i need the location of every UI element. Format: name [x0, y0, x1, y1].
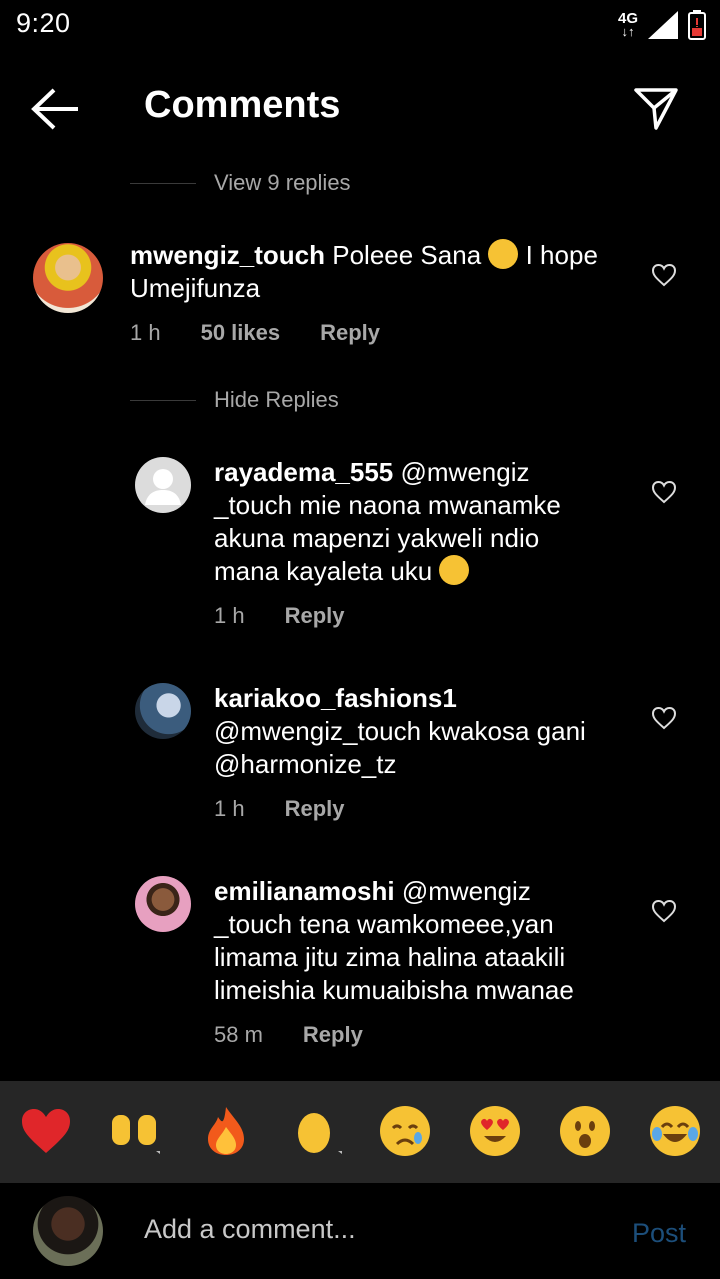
post-button[interactable]: Post: [632, 1218, 686, 1249]
hide-replies-toggle[interactable]: Hide Replies: [130, 387, 339, 413]
avatar-emilianamoshi[interactable]: [135, 876, 191, 932]
like-heart-icon[interactable]: [651, 706, 677, 730]
reply-username[interactable]: rayadema_555: [214, 457, 393, 487]
add-comment-input[interactable]: Add a comment...: [144, 1214, 356, 1245]
comment-composer: [0, 1183, 720, 1279]
avatar-mwengiz-touch[interactable]: [33, 243, 103, 313]
reply-username[interactable]: emilianamoshi: [214, 876, 395, 906]
quick-reactions-bar: [0, 1081, 720, 1183]
status-icons: 4G ↓↑: [618, 8, 706, 42]
crying-face-icon[interactable]: [379, 1105, 431, 1157]
heart-eyes-icon[interactable]: [469, 1105, 521, 1157]
tears-of-joy-icon[interactable]: [649, 1105, 701, 1157]
red-heart-icon[interactable]: [20, 1105, 72, 1157]
reply-text: rayadema_555 @mwengiz _touch mie naona m…: [214, 457, 561, 586]
view-replies-toggle[interactable]: View 9 replies: [130, 170, 351, 196]
reply-username[interactable]: kariakoo_fashions1: [214, 683, 457, 713]
fire-icon[interactable]: [200, 1105, 252, 1157]
reply-text: emilianamoshi @mwengiz _touch tena wamko…: [214, 876, 574, 1005]
reply-button[interactable]: Reply: [285, 603, 345, 629]
network-indicator: 4G ↓↑: [617, 10, 638, 39]
avatar-rayadema-555[interactable]: [135, 457, 191, 513]
signal-icon: [648, 11, 678, 39]
comment-time: 1 h: [130, 320, 161, 345]
raising-hands-icon[interactable]: [108, 1105, 160, 1157]
battery-icon: [688, 10, 706, 40]
like-heart-icon[interactable]: [651, 480, 677, 504]
comment-meta: 1 h 50 likes Reply: [130, 320, 380, 346]
share-send-icon[interactable]: [632, 84, 680, 132]
comment-text: mwengiz_touch Poleee Sana I hope Umejifu…: [130, 239, 598, 303]
comment-username[interactable]: mwengiz_touch: [130, 240, 325, 270]
reply-meta: 58 m Reply: [214, 1022, 363, 1048]
avatar-kariakoo-fashions1[interactable]: [135, 683, 191, 739]
reply-time: 1 h: [214, 603, 245, 628]
crying-face-emoji: [439, 555, 470, 585]
current-user-avatar: [33, 1196, 103, 1266]
reply-button[interactable]: Reply: [303, 1022, 363, 1048]
reply-meta: 1 h Reply: [214, 603, 345, 629]
crying-face-emoji: [488, 239, 519, 269]
status-time: 9:20: [16, 8, 71, 38]
reply-text: kariakoo_fashions1 @mwengiz_touch kwakos…: [214, 683, 586, 779]
reply-button[interactable]: Reply: [285, 796, 345, 822]
likes-count[interactable]: 50 likes: [201, 320, 281, 346]
reply-meta: 1 h Reply: [214, 796, 345, 822]
page-title: Comments: [144, 84, 341, 126]
surprised-face-icon[interactable]: [559, 1105, 611, 1157]
back-arrow-icon[interactable]: [30, 86, 80, 132]
clapping-hands-icon[interactable]: [290, 1105, 342, 1157]
reply-time: 1 h: [214, 796, 245, 821]
default-avatar-icon: [145, 469, 181, 505]
reply-time: 58 m: [214, 1022, 263, 1047]
like-heart-icon[interactable]: [651, 263, 677, 287]
reply-button[interactable]: Reply: [320, 320, 380, 346]
like-heart-icon[interactable]: [651, 899, 677, 923]
